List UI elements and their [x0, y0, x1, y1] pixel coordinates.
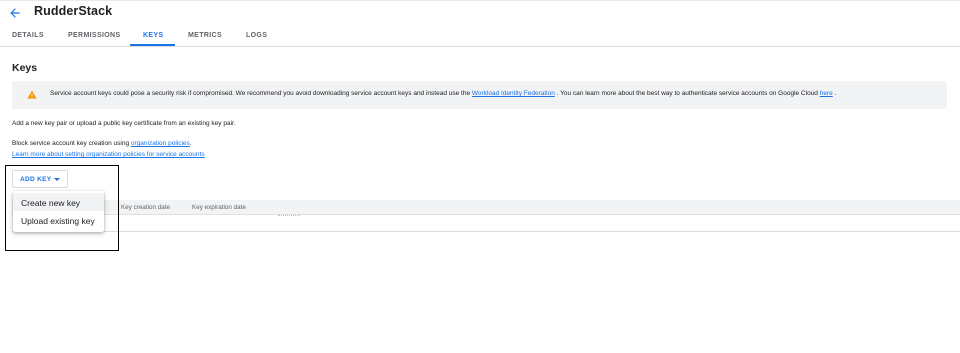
tab-keys[interactable]: KEYS [143, 32, 163, 39]
section-title: Keys [12, 62, 38, 74]
learn-more-link-row: Learn more about setting organization po… [12, 151, 205, 158]
workload-identity-federation-link[interactable]: Workload Identity Federation [472, 90, 555, 97]
column-header-key-creation-date: Key creation date [121, 204, 171, 211]
block-text-period: . [189, 140, 192, 147]
warning-banner: Service account keys could pose a securi… [12, 81, 947, 109]
organization-policies-link[interactable]: organization policies [131, 140, 190, 147]
tab-details[interactable]: DETAILS [12, 32, 44, 39]
tab-permissions[interactable]: PERMISSIONS [68, 32, 120, 39]
active-tab-indicator [130, 44, 175, 46]
table-divider [278, 215, 300, 216]
keys-table-header: Key creation date Key expiration date [12, 200, 960, 215]
tab-bar: DETAILS PERMISSIONS KEYS METRICS LOGS [0, 26, 960, 47]
tab-logs[interactable]: LOGS [246, 32, 267, 39]
warning-text-start: Service account keys could pose a securi… [50, 90, 472, 97]
here-link[interactable]: here [820, 90, 833, 97]
warning-text-middle: . You can learn more about the best way … [554, 90, 820, 97]
tab-metrics[interactable]: METRICS [188, 32, 222, 39]
warning-text: Service account keys could pose a securi… [50, 90, 836, 97]
table-bottom-border [12, 231, 960, 232]
block-text: Block service account key creation using [12, 140, 131, 147]
page-header: RudderStack [0, 1, 960, 25]
warning-icon [27, 90, 37, 99]
arrow-back-icon[interactable] [8, 6, 22, 20]
block-key-creation-text: Block service account key creation using… [12, 140, 192, 147]
learn-more-org-policies-link[interactable]: Learn more about setting organization po… [12, 151, 205, 158]
add-key-description: Add a new key pair or upload a public ke… [12, 120, 236, 127]
column-header-key-expiration-date: Key expiration date [192, 204, 246, 211]
annotation-highlight-box [5, 165, 119, 251]
page-title: RudderStack [34, 4, 113, 18]
warning-text-end: . [832, 90, 837, 97]
